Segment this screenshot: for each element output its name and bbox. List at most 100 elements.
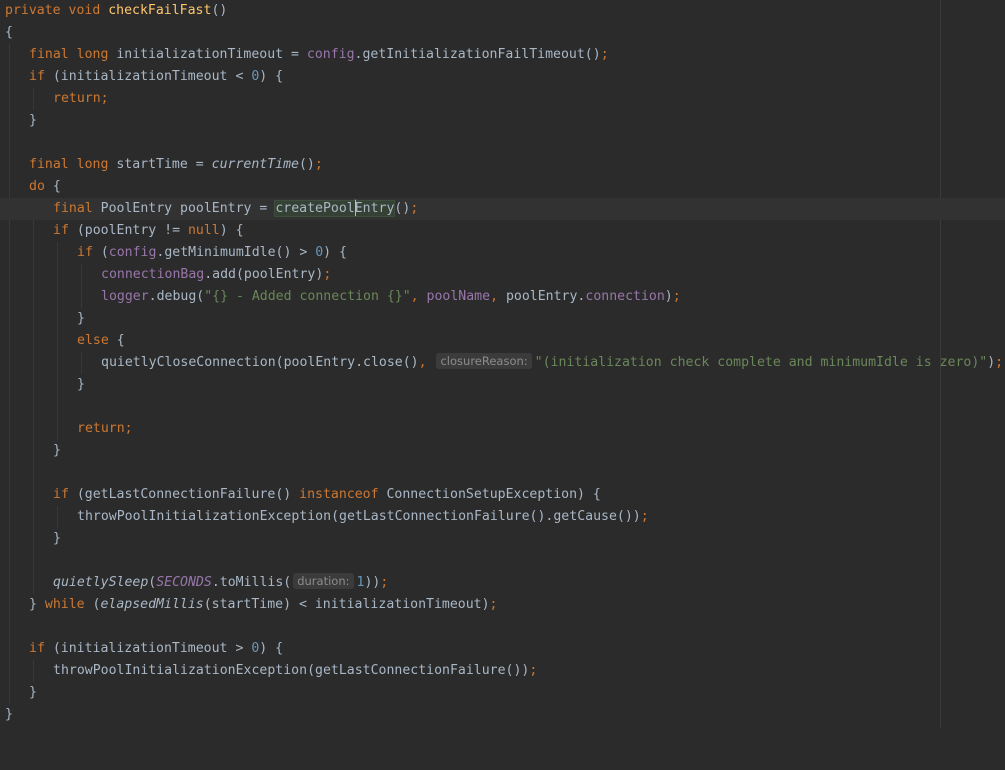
code-line-25[interactable]: } xyxy=(0,528,1005,550)
code-token: Entry xyxy=(354,201,395,216)
code-token: config xyxy=(108,245,157,260)
code-line-18[interactable]: } xyxy=(0,374,1005,396)
code-token: throwPoolInitializationException(getLast… xyxy=(53,663,530,678)
code-token: null xyxy=(187,223,220,238)
code-token: { xyxy=(52,179,61,194)
code-token: initializationTimeout = xyxy=(116,47,307,62)
code-token: .add(poolEntry) xyxy=(204,267,324,282)
code-line-12[interactable]: if (config.getMinimumIdle() > 0) { xyxy=(0,242,1005,264)
code-line-17[interactable]: quietlyCloseConnection(poolEntry.close()… xyxy=(0,352,1005,374)
code-line-4[interactable]: if (initializationTimeout < 0) { xyxy=(0,66,1005,88)
code-token: } xyxy=(53,443,61,458)
code-line-31[interactable]: throwPoolInitializationException(getLast… xyxy=(0,660,1005,682)
code-line-32[interactable]: } xyxy=(0,682,1005,704)
code-token: } xyxy=(29,597,45,612)
code-token: createPool xyxy=(275,201,355,216)
code-token: if xyxy=(53,223,77,238)
code-line-6[interactable]: } xyxy=(0,110,1005,132)
code-token: ) xyxy=(987,355,996,370)
code-line-9[interactable]: do { xyxy=(0,176,1005,198)
code-token: startTime = xyxy=(116,157,212,172)
code-token: ; xyxy=(529,663,538,678)
code-token: (initializationTimeout > xyxy=(52,641,252,656)
code-token: if xyxy=(29,641,53,656)
code-token: ; xyxy=(410,201,419,216)
code-token: elapsedMillis xyxy=(100,597,204,612)
code-token: } xyxy=(77,377,85,392)
code-token: ; xyxy=(672,289,681,304)
code-token: return; xyxy=(53,91,109,106)
code-token: ( xyxy=(100,245,109,260)
code-token: ConnectionSetupException) { xyxy=(386,487,601,502)
code-token: poolEntry. xyxy=(505,289,586,304)
code-line-16[interactable]: else { xyxy=(0,330,1005,352)
code-token: else xyxy=(77,333,117,348)
code-token: PoolEntry poolEntry = xyxy=(100,201,276,216)
code-line-15[interactable]: } xyxy=(0,308,1005,330)
code-token: currentTime xyxy=(211,157,299,172)
code-token: ; xyxy=(323,267,332,282)
code-token: ) { xyxy=(219,223,244,238)
code-line-5[interactable]: return; xyxy=(0,88,1005,110)
code-line-1[interactable]: private void checkFailFast() xyxy=(0,0,1005,22)
code-token: } xyxy=(53,531,61,546)
code-token: (initializationTimeout < xyxy=(52,69,252,84)
code-token: , xyxy=(410,289,427,304)
code-token: SECONDS xyxy=(156,575,212,590)
code-line-14[interactable]: logger.debug("{} - Added connection {}",… xyxy=(0,286,1005,308)
code-token: private void xyxy=(5,3,109,18)
code-token: if xyxy=(77,245,101,260)
code-line-10-current[interactable]: final PoolEntry poolEntry = createPoolEn… xyxy=(0,198,1005,220)
code-token: return; xyxy=(77,421,133,436)
code-token: () xyxy=(211,3,228,18)
code-token: final xyxy=(53,201,101,216)
code-token: ; xyxy=(489,597,498,612)
code-line-20[interactable]: return; xyxy=(0,418,1005,440)
code-token: (poolEntry != xyxy=(76,223,188,238)
code-token: if xyxy=(29,69,53,84)
code-line-21[interactable]: } xyxy=(0,440,1005,462)
code-line-30[interactable]: if (initializationTimeout > 0) { xyxy=(0,638,1005,660)
code-token: ) { xyxy=(259,69,284,84)
code-token: instanceof xyxy=(299,487,387,502)
code-token: config xyxy=(306,47,355,62)
code-editor[interactable]: private void checkFailFast() { final lon… xyxy=(0,0,1005,728)
code-line-24[interactable]: throwPoolInitializationException(getLast… xyxy=(0,506,1005,528)
code-line-3[interactable]: final long initializationTimeout = confi… xyxy=(0,44,1005,66)
parameter-hint[interactable]: closureReason: xyxy=(436,353,532,369)
code-line-2[interactable]: { xyxy=(0,22,1005,44)
code-token: )) xyxy=(364,575,381,590)
parameter-hint[interactable]: duration: xyxy=(293,573,354,589)
code-token: final long xyxy=(29,47,117,62)
code-token: } xyxy=(29,685,37,700)
string-literal: "(initialization check complete and mini… xyxy=(534,355,988,370)
code-token: } xyxy=(77,311,85,326)
code-token: logger xyxy=(101,289,149,304)
method-name: checkFailFast xyxy=(108,3,212,18)
code-line-11[interactable]: if (poolEntry != null) { xyxy=(0,220,1005,242)
code-line-28[interactable]: } while (elapsedMillis(startTime) < init… xyxy=(0,594,1005,616)
code-token: ) { xyxy=(323,245,347,260)
code-token: ; xyxy=(640,509,649,524)
code-token: quietlyCloseConnection(poolEntry.close() xyxy=(101,355,419,370)
code-token: .debug( xyxy=(148,289,205,304)
code-token: { xyxy=(116,333,125,348)
code-token: ) { xyxy=(259,641,284,656)
code-token: , xyxy=(418,355,435,370)
code-token: ; xyxy=(995,355,1004,370)
code-token: ) xyxy=(664,289,673,304)
string-literal: "{} - Added connection {}" xyxy=(204,289,411,304)
code-line-8[interactable]: final long startTime = currentTime(); xyxy=(0,154,1005,176)
code-line-13[interactable]: connectionBag.add(poolEntry); xyxy=(0,264,1005,286)
code-token: while xyxy=(44,597,93,612)
code-token: (getLastConnectionFailure() xyxy=(76,487,300,502)
code-token: () xyxy=(394,201,411,216)
code-line-33[interactable]: } xyxy=(0,704,1005,726)
code-token: (startTime) < initializationTimeout) xyxy=(203,597,490,612)
code-token: throwPoolInitializationException(getLast… xyxy=(77,509,641,524)
code-line-27[interactable]: quietlySleep(SECONDS.toMillis(duration: 1… xyxy=(0,572,1005,594)
code-token: poolName xyxy=(426,289,491,304)
code-line-23[interactable]: if (getLastConnectionFailure() instanceo… xyxy=(0,484,1005,506)
code-token: connection xyxy=(585,289,665,304)
code-token: .getMinimumIdle() > xyxy=(156,245,316,260)
